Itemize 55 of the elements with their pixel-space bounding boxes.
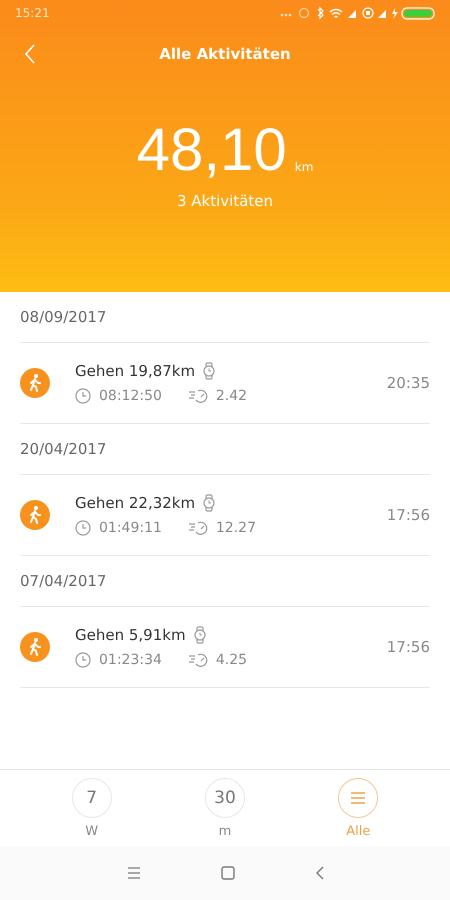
clock-icon — [75, 388, 91, 404]
home-icon[interactable] — [220, 866, 234, 880]
date-header: 08/09/2017 — [20, 292, 430, 343]
activity-title: Gehen 5,91km — [75, 626, 186, 644]
activity-pace: 2.42 — [216, 388, 248, 404]
activity-duration: 01:49:11 — [99, 520, 162, 536]
watch-icon — [203, 494, 216, 512]
bluetooth-icon — [318, 6, 324, 20]
activity-time: 17:56 — [386, 506, 430, 524]
signal-icon — [378, 10, 386, 18]
activity-title: Gehen 22,32km — [75, 494, 196, 512]
activity-row[interactable]: Gehen 5,91km 01:23:34 4.25 17:56 — [20, 607, 430, 688]
period-label: W — [85, 824, 98, 838]
watch-icon — [194, 626, 206, 644]
period-tab[interactable]: 7 W — [72, 778, 112, 838]
activity-count: 3 Aktivitäten — [176, 192, 274, 210]
period-value: 30 — [204, 778, 245, 818]
period-tab[interactable]: 30 m — [204, 778, 245, 838]
data-saver-icon — [362, 7, 374, 19]
speedometer-icon — [188, 388, 208, 404]
period-label: m — [218, 824, 232, 838]
status-time: 15:21 — [15, 6, 50, 20]
page-title: Alle Aktivitäten — [159, 45, 291, 63]
period-value: 7 — [72, 778, 112, 818]
activity-pace: 12.27 — [216, 520, 256, 536]
walking-icon — [20, 500, 50, 530]
activity-duration: 01:23:34 — [99, 652, 162, 668]
ring-icon — [298, 8, 310, 18]
wifi-icon — [329, 8, 343, 18]
activity-time: 17:56 — [386, 638, 430, 656]
activity-time: 20:35 — [386, 374, 430, 392]
walking-icon — [20, 368, 50, 398]
charging-icon — [392, 8, 398, 19]
activity-row[interactable]: Gehen 22,32km 01:49:11 12.27 17:56 — [20, 475, 430, 556]
activity-pace: 4.25 — [216, 652, 248, 668]
speedometer-icon — [188, 652, 208, 668]
back-icon[interactable] — [314, 866, 324, 880]
clock-icon — [75, 520, 91, 536]
more-icon — [280, 14, 292, 16]
battery-icon — [401, 7, 435, 20]
date-header: 07/04/2017 — [20, 556, 430, 607]
period-label: Alle — [346, 824, 370, 838]
signal-icon — [348, 10, 356, 18]
watch-icon — [203, 362, 216, 380]
date-header: 20/04/2017 — [20, 424, 430, 475]
menu-icon[interactable] — [126, 867, 140, 879]
total-distance: 48,10 — [136, 120, 287, 180]
activity-title: Gehen 19,87km — [75, 362, 196, 380]
clock-icon — [75, 652, 91, 668]
list-icon — [338, 778, 378, 818]
activity-duration: 08:12:50 — [99, 388, 162, 404]
speedometer-icon — [188, 520, 208, 536]
distance-unit: km — [294, 160, 314, 174]
activity-row[interactable]: Gehen 19,87km 08:12:50 2.42 20:35 — [20, 343, 430, 424]
walking-icon — [20, 632, 50, 662]
